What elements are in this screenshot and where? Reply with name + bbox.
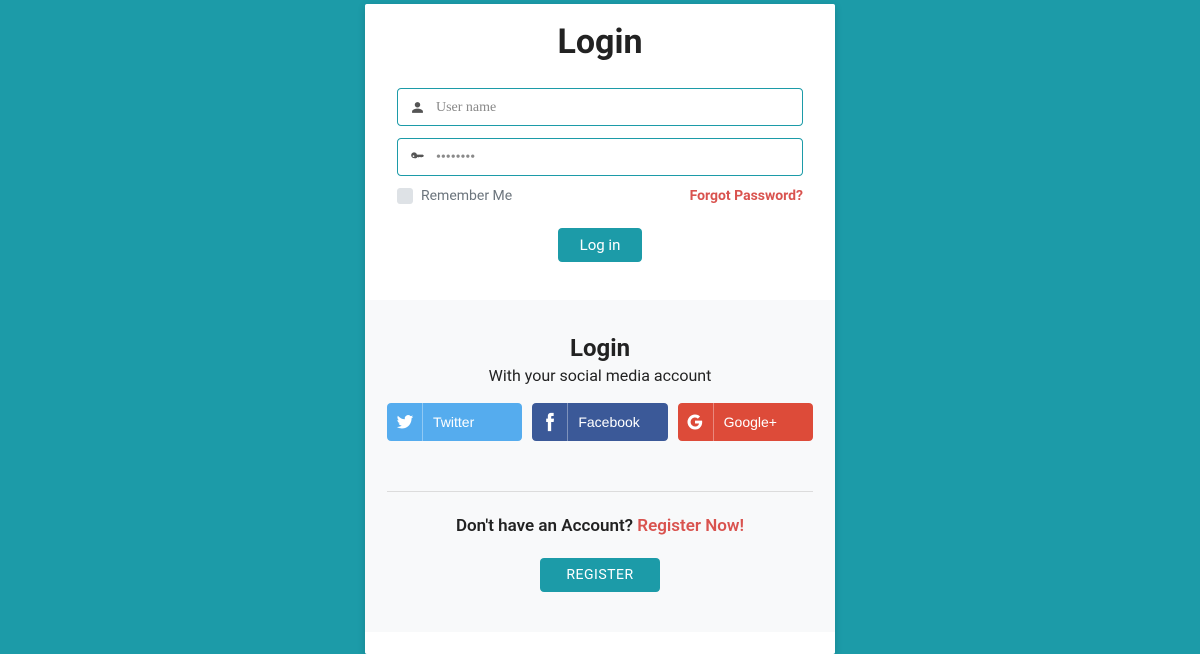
social-register-section: Login With your social media account Twi… — [365, 300, 835, 632]
remember-me-label: Remember Me — [421, 188, 512, 204]
register-prompt-text: Don't have an Account? — [456, 516, 637, 536]
checkbox-icon[interactable] — [397, 188, 413, 204]
google-button[interactable]: Google+ — [678, 403, 813, 441]
username-input[interactable] — [436, 99, 792, 115]
social-buttons: Twitter Facebook Google+ — [387, 403, 813, 441]
facebook-button[interactable]: Facebook — [532, 403, 667, 441]
facebook-icon — [532, 403, 568, 441]
register-button[interactable]: REGISTER — [540, 558, 659, 592]
password-field-wrapper[interactable] — [397, 138, 803, 176]
remember-me[interactable]: Remember Me — [397, 188, 512, 204]
password-input[interactable] — [436, 149, 792, 165]
user-icon — [408, 101, 426, 114]
options-row: Remember Me Forgot Password? — [397, 188, 803, 204]
register-now-link[interactable]: Register Now! — [637, 516, 744, 536]
register-prompt: Don't have an Account? Register Now! — [387, 516, 813, 536]
login-card: Login Remember Me Forgot Password? Log i… — [365, 4, 835, 654]
page-title: Login — [397, 22, 803, 62]
login-form-section: Login Remember Me Forgot Password? Log i… — [365, 4, 835, 300]
facebook-label: Facebook — [568, 403, 667, 441]
google-icon — [678, 403, 714, 441]
forgot-password-link[interactable]: Forgot Password? — [690, 188, 803, 204]
twitter-label: Twitter — [423, 403, 522, 441]
divider — [387, 491, 813, 492]
username-field-wrapper[interactable] — [397, 88, 803, 126]
social-tagline: With your social media account — [387, 366, 813, 385]
social-title: Login — [387, 334, 813, 362]
twitter-button[interactable]: Twitter — [387, 403, 522, 441]
google-label: Google+ — [714, 403, 813, 441]
key-icon — [408, 150, 426, 164]
twitter-icon — [387, 403, 423, 441]
login-button[interactable]: Log in — [558, 228, 643, 262]
